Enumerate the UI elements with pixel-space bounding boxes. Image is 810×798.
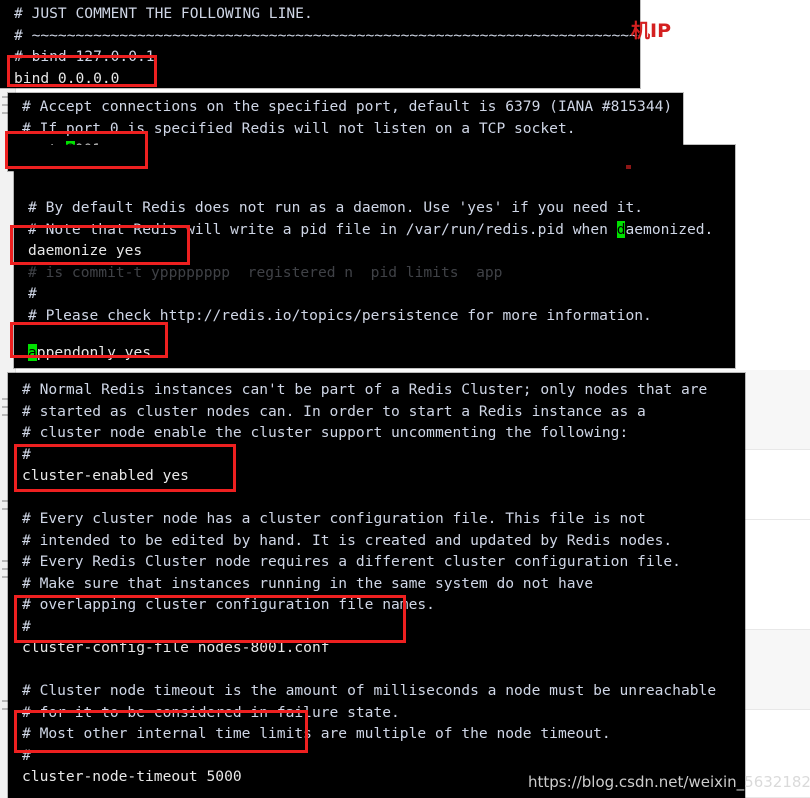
terminal-line: # Most other internal time limits are mu… [22, 725, 611, 742]
terminal-line: # Please check http://redis.io/topics/pe… [28, 306, 652, 324]
daemonized-comment-head: # Note that Redis will write a pid file … [28, 220, 617, 238]
terminal-line: # Every Redis Cluster node requires a di… [22, 553, 681, 570]
terminal-panel-bind[interactable]: # JUST COMMENT THE FOLLOWING LINE. # ~~~… [0, 0, 640, 88]
appendonly-rest: ppendonly yes [36, 344, 152, 361]
terminal-line: # Every cluster node has a cluster confi… [22, 510, 646, 527]
terminal-line: # [22, 445, 31, 463]
terminal-line: # bind 127.0.0.1 [14, 48, 155, 65]
csdn-watermark: https://blog.csdn.net/weixin_56321824 [528, 773, 810, 791]
terminal-line-appendonly-config: appendonly yes [14, 342, 735, 364]
terminal-line: # ~~~~~~~~~~~~~~~~~~~~~~~~~~~~~~~~~~~~~~… [14, 26, 640, 44]
terminal-line: # [22, 617, 31, 635]
terminal-line: # intended to be edited by hand. It is c… [22, 531, 673, 549]
terminal-line: # If port 0 is specified Redis will not … [22, 119, 576, 137]
annotation-host-ip-label: 机IP [631, 20, 671, 42]
terminal-line: # Normal Redis instances can't be part o… [22, 381, 708, 398]
terminal-panel-daemonize[interactable]: # By default Redis does not run as a dae… [14, 145, 735, 368]
terminal-line: # Make sure that instances running in th… [22, 574, 594, 592]
terminal-cursor-block: a [28, 344, 37, 361]
terminal-line: # [28, 285, 37, 302]
terminal-line: # Cluster node timeout is the amount of … [22, 682, 717, 699]
terminal-line-cluster-config-file-config: cluster-config-file nodes-8001.conf [22, 639, 330, 656]
terminal-line: # is commit-t ypppppppp registered n pid… [28, 263, 503, 281]
terminal-line-cluster-enabled-config: cluster-enabled yes [22, 467, 189, 484]
terminal-line: # for it to be considered in failure sta… [22, 703, 400, 721]
terminal-line-daemonize-config: daemonize yes [28, 242, 143, 259]
terminal-line: # Accept connections on the specified po… [22, 98, 673, 115]
terminal-line: # cluster node enable the cluster suppor… [22, 424, 629, 441]
annotation-dot [626, 165, 631, 169]
terminal-line: # started as cluster nodes can. In order… [22, 402, 646, 420]
terminal-line-bind-config: bind 0.0.0.0 [14, 69, 120, 87]
terminal-line: # [22, 746, 31, 764]
terminal-line: # JUST COMMENT THE FOLLOWING LINE. [14, 5, 313, 22]
terminal-line: # overlapping cluster configuration file… [22, 596, 435, 613]
terminal-panel-cluster[interactable]: # Normal Redis instances can't be part o… [8, 373, 745, 798]
daemonized-comment-tail: aemonized. [625, 220, 714, 238]
terminal-line: # By default Redis does not run as a dae… [28, 199, 644, 216]
terminal-line-daemonized-comment: # Note that Redis will write a pid file … [14, 219, 735, 241]
